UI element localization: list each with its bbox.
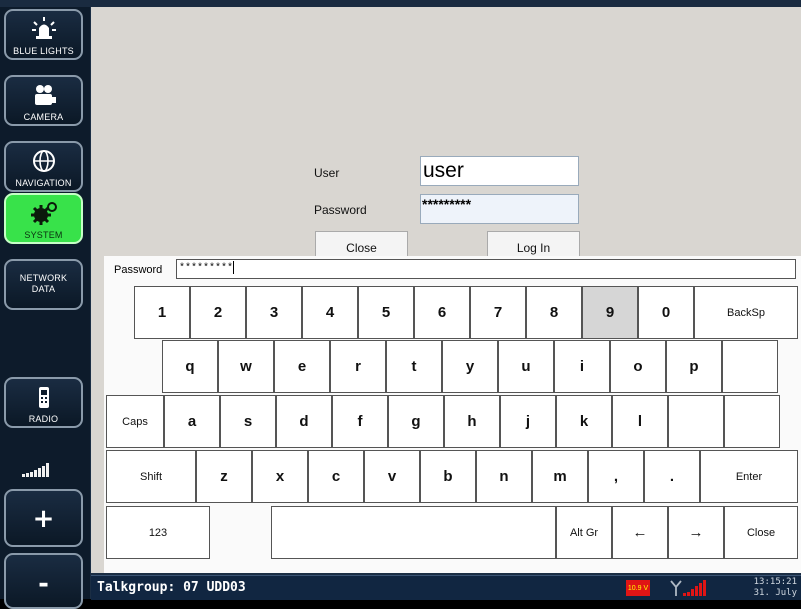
key-b[interactable]: b [420, 450, 476, 503]
talkgroup-label: Talkgroup: 07 UDD03 [97, 580, 246, 595]
key-1[interactable]: 1 [134, 286, 190, 339]
minus-icon: - [38, 569, 49, 599]
key-f[interactable]: f [332, 395, 388, 448]
key-a[interactable]: a [164, 395, 220, 448]
sidebar-item-system[interactable]: SYSTEM [4, 193, 83, 244]
key-2[interactable]: 2 [190, 286, 246, 339]
key-0[interactable]: 0 [638, 286, 694, 339]
volume-up-button[interactable]: + [4, 489, 83, 547]
key-q[interactable]: q [162, 340, 218, 393]
status-bar: Talkgroup: 07 UDD03 10.9 V 13:15:21 31. … [91, 575, 801, 600]
key-caps[interactable]: Caps [106, 395, 164, 448]
key-c[interactable]: c [308, 450, 364, 503]
keyboard-field-label: Password [114, 264, 163, 276]
clock: 13:15:21 31. July [754, 577, 797, 599]
key-7[interactable]: 7 [470, 286, 526, 339]
key-n[interactable]: n [476, 450, 532, 503]
key-w[interactable]: w [218, 340, 274, 393]
signal-strength-icon [22, 462, 52, 481]
key-t[interactable]: t [386, 340, 442, 393]
battery-indicator: 10.9 V [626, 580, 650, 596]
key-h[interactable]: h [444, 395, 500, 448]
key-u[interactable]: u [498, 340, 554, 393]
key-x[interactable]: x [252, 450, 308, 503]
user-field[interactable]: user [420, 156, 579, 186]
key-enter[interactable]: Enter [700, 450, 798, 503]
clock-date: 31. July [753, 588, 797, 598]
sidebar-item-label: BLUE LIGHTS [13, 46, 74, 56]
key-close[interactable]: Close [724, 506, 798, 559]
sidebar: BLUE LIGHTS CAMERA NAVIGATION SYSTEM NET… [0, 7, 90, 609]
login-button[interactable]: Log In [487, 231, 580, 257]
camera-icon [6, 82, 81, 108]
key-s[interactable]: s [220, 395, 276, 448]
key-g[interactable]: g [388, 395, 444, 448]
key-y[interactable]: y [442, 340, 498, 393]
sidebar-item-blue-lights[interactable]: BLUE LIGHTS [4, 9, 83, 60]
sidebar-item-label: NETWORK DATA [19, 273, 68, 294]
onscreen-keyboard: Password ********* 1 2 3 4 5 6 7 8 9 0 BackSp q w e r t… [104, 256, 801, 573]
app-frame: BLUE LIGHTS CAMERA NAVIGATION SYSTEM NET… [0, 0, 801, 609]
top-border [0, 0, 801, 7]
key-6[interactable]: 6 [414, 286, 470, 339]
key-i[interactable]: i [554, 340, 610, 393]
sidebar-item-label: NAVIGATION [15, 178, 72, 188]
key-blank[interactable] [722, 340, 778, 393]
sidebar-item-navigation[interactable]: NAVIGATION [4, 141, 83, 192]
globe-icon [6, 148, 81, 174]
key-blank[interactable]: . [644, 450, 700, 503]
key-alt-gr[interactable]: Alt Gr [556, 506, 612, 559]
key-4[interactable]: 4 [302, 286, 358, 339]
password-field[interactable]: ********* [420, 194, 579, 224]
volume-down-button[interactable]: - [4, 553, 83, 609]
radio-handset-icon [6, 384, 81, 410]
key-k[interactable]: k [556, 395, 612, 448]
siren-icon [6, 16, 81, 42]
key-blank[interactable] [668, 395, 724, 448]
password-label: Password [314, 203, 367, 217]
key-blank[interactable]: → [668, 506, 724, 559]
key-v[interactable]: v [364, 450, 420, 503]
clock-time: 13:15:21 [753, 577, 797, 587]
key-d[interactable]: d [276, 395, 332, 448]
key-z[interactable]: z [196, 450, 252, 503]
key-e[interactable]: e [274, 340, 330, 393]
sidebar-item-label: SYSTEM [24, 230, 63, 240]
antenna-signal-icon [669, 579, 709, 601]
key-shift[interactable]: Shift [106, 450, 196, 503]
key-j[interactable]: j [500, 395, 556, 448]
sidebar-item-camera[interactable]: CAMERA [4, 75, 83, 126]
gears-icon [6, 200, 81, 226]
key-blank[interactable] [724, 395, 780, 448]
sidebar-item-label: RADIO [28, 414, 59, 424]
key-m[interactable]: m [532, 450, 588, 503]
key-o[interactable]: o [610, 340, 666, 393]
key-p[interactable]: p [666, 340, 722, 393]
key-123[interactable]: 123 [106, 506, 210, 559]
key-r[interactable]: r [330, 340, 386, 393]
keyboard-password-field[interactable]: ********* [176, 259, 796, 279]
user-label: User [314, 166, 340, 180]
key-blank[interactable]: , [588, 450, 644, 503]
sidebar-item-label: CAMERA [23, 112, 64, 122]
close-button[interactable]: Close [315, 231, 408, 257]
key-blank[interactable]: ← [612, 506, 668, 559]
key-l[interactable]: l [612, 395, 668, 448]
sidebar-item-radio[interactable]: RADIO [4, 377, 83, 428]
key-8[interactable]: 8 [526, 286, 582, 339]
plus-icon: + [32, 504, 55, 534]
key-backsp[interactable]: BackSp [694, 286, 798, 339]
key-3[interactable]: 3 [246, 286, 302, 339]
keyboard-password-value: ********* [179, 263, 234, 275]
text-caret [233, 261, 235, 274]
key-blank[interactable] [271, 506, 556, 559]
key-9[interactable]: 9 [582, 286, 638, 339]
sidebar-item-network-data[interactable]: NETWORK DATA [4, 259, 83, 310]
key-5[interactable]: 5 [358, 286, 414, 339]
